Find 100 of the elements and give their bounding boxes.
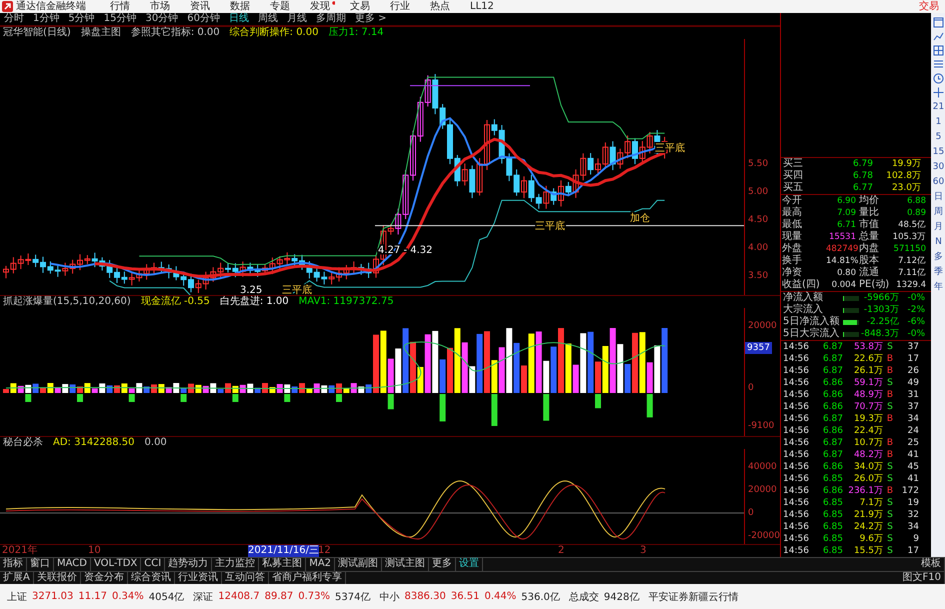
price-axis-label: 5.00 bbox=[748, 186, 768, 198]
order-label: 买四 bbox=[782, 170, 804, 182]
date-label: 2021年 bbox=[2, 545, 38, 557]
stat-label: 最低 bbox=[782, 219, 803, 231]
period-shortcut[interactable]: 5 bbox=[936, 131, 942, 143]
tick-price: 6.86 bbox=[822, 461, 843, 473]
menu-item[interactable]: 发现 bbox=[310, 0, 335, 13]
menu-item[interactable]: 热点 bbox=[430, 0, 450, 13]
index-turnover: 5374亿 bbox=[335, 590, 370, 604]
tick-volume: 48.9万 bbox=[852, 389, 883, 401]
stat-label: 均价 bbox=[858, 195, 880, 206]
volume-axis-label: -9100 bbox=[748, 420, 774, 432]
tick-count: 26 bbox=[906, 365, 919, 377]
period-tab[interactable]: 更多 > bbox=[354, 13, 387, 25]
period-tab[interactable]: 多周期 bbox=[316, 13, 346, 25]
indicator-legend: 冠华智能(日线) bbox=[3, 27, 71, 39]
menu-item[interactable]: 文易 bbox=[350, 0, 370, 13]
tick-count: 41 bbox=[906, 473, 919, 485]
tick-time: 14:56 bbox=[782, 461, 810, 473]
grid-icon[interactable] bbox=[933, 45, 944, 56]
index-percent: 0.73% bbox=[298, 591, 330, 602]
tick-volume: 21.9万 bbox=[852, 509, 883, 521]
menu-item[interactable]: 资讯 bbox=[190, 0, 210, 13]
period-shortcut[interactable]: 15 bbox=[932, 146, 944, 158]
list-icon[interactable] bbox=[933, 59, 944, 70]
tick-count: 31 bbox=[906, 389, 919, 401]
order-price: 6.77 bbox=[852, 182, 873, 194]
indicator-legend: 压力1: 7.14 bbox=[328, 27, 384, 39]
tick-time: 14:56 bbox=[782, 449, 810, 461]
order-price: 6.79 bbox=[852, 158, 873, 170]
indicator-legend: 操盘主图 bbox=[80, 27, 121, 39]
period-tab[interactable]: 1分钟 bbox=[33, 13, 60, 25]
flow-share: -6% bbox=[906, 316, 925, 328]
period-shortcut[interactable]: 30 bbox=[932, 161, 944, 173]
tick-time: 14:56 bbox=[782, 497, 810, 509]
date-label: 10 bbox=[88, 545, 101, 557]
period-shortcut[interactable]: 年 bbox=[934, 281, 943, 293]
stat-label: 今开 bbox=[782, 195, 803, 206]
window-icon[interactable] bbox=[933, 17, 944, 28]
index-change: 89.87 bbox=[264, 591, 294, 602]
tick-count: 45 bbox=[906, 461, 919, 473]
total-label: 总成交 bbox=[568, 590, 599, 604]
tick-volume: 24.2万 bbox=[852, 521, 883, 533]
period-tab[interactable]: 分时 bbox=[4, 13, 24, 25]
flow-label: 大宗流入 bbox=[782, 304, 824, 316]
period-tab[interactable]: 月线 bbox=[286, 13, 307, 25]
period-tab[interactable]: 日线 bbox=[228, 13, 249, 25]
menu-item[interactable]: 行情 bbox=[110, 0, 130, 13]
tick-time: 14:56 bbox=[782, 425, 810, 437]
broker-name: 平安证券新疆云行情 bbox=[648, 590, 738, 604]
period-shortcut[interactable]: 季 bbox=[934, 266, 943, 278]
index-turnover: 4054亿 bbox=[148, 590, 184, 604]
period-tab[interactable]: 15分钟 bbox=[104, 13, 136, 25]
tick-volume: 22.4万 bbox=[852, 425, 883, 437]
stat-label: 收益(四) bbox=[782, 279, 821, 291]
app-title: 通达信金融终端 bbox=[16, 0, 86, 12]
tick-time: 14:56 bbox=[782, 401, 810, 413]
period-tab[interactable]: 5分钟 bbox=[68, 13, 95, 25]
period-shortcut[interactable]: N bbox=[935, 236, 942, 248]
period-shortcut[interactable]: 21 bbox=[932, 101, 944, 113]
menu-item[interactable]: 行业 bbox=[390, 0, 410, 13]
total-turnover: 9428亿 bbox=[604, 590, 640, 604]
stat-label: 外盘 bbox=[782, 243, 803, 254]
stat-value: 0.004 bbox=[830, 279, 856, 291]
menu-item[interactable]: 专题 bbox=[270, 0, 290, 13]
period-tab[interactable]: 30分钟 bbox=[145, 13, 178, 25]
tick-time: 14:56 bbox=[782, 413, 810, 425]
menu-item[interactable]: LL12 bbox=[470, 0, 494, 13]
period-shortcut[interactable]: 60 bbox=[932, 176, 944, 188]
stat-value: 0.89 bbox=[906, 207, 926, 219]
index-change: 36.51 bbox=[450, 591, 480, 602]
chart-icon[interactable] bbox=[933, 31, 944, 42]
index-name: 深证 bbox=[193, 590, 214, 604]
stat-value: 571150 bbox=[892, 243, 926, 255]
tick-count: 41 bbox=[906, 449, 919, 461]
indicator-legend: MAV1: 1197372.75 bbox=[298, 296, 394, 308]
period-shortcut[interactable]: 日 bbox=[934, 191, 943, 203]
period-shortcut[interactable]: 1 bbox=[936, 116, 942, 128]
clock-icon[interactable] bbox=[933, 73, 944, 84]
cross-arrows-icon[interactable] bbox=[933, 87, 944, 98]
trade-button[interactable]: 交易 bbox=[919, 0, 939, 13]
period-shortcut[interactable]: 月 bbox=[934, 221, 943, 233]
index-value: 8386.30 bbox=[404, 591, 446, 602]
period-tab[interactable]: 60分钟 bbox=[187, 13, 220, 25]
flow-amount: -1303万 bbox=[862, 304, 899, 316]
order-label: 买三 bbox=[782, 158, 804, 170]
period-shortcut[interactable]: 周 bbox=[934, 206, 943, 218]
menu-item[interactable]: 市场 bbox=[150, 0, 170, 13]
menu-item[interactable]: 数据 bbox=[230, 0, 250, 13]
trade-side: S bbox=[886, 545, 894, 557]
period-tab[interactable]: 周线 bbox=[258, 13, 278, 25]
tick-price: 6.87 bbox=[822, 437, 843, 449]
tick-volume: 53.8万 bbox=[852, 341, 883, 353]
tick-count: 19 bbox=[906, 497, 919, 509]
date-label: 2 bbox=[558, 545, 564, 557]
tick-count: 17 bbox=[906, 545, 919, 557]
tick-volume: 9.6万 bbox=[858, 533, 883, 545]
period-shortcut[interactable]: 多 bbox=[934, 251, 943, 263]
stat-label: 最高 bbox=[782, 207, 803, 219]
stat-label: 现量 bbox=[782, 231, 803, 243]
